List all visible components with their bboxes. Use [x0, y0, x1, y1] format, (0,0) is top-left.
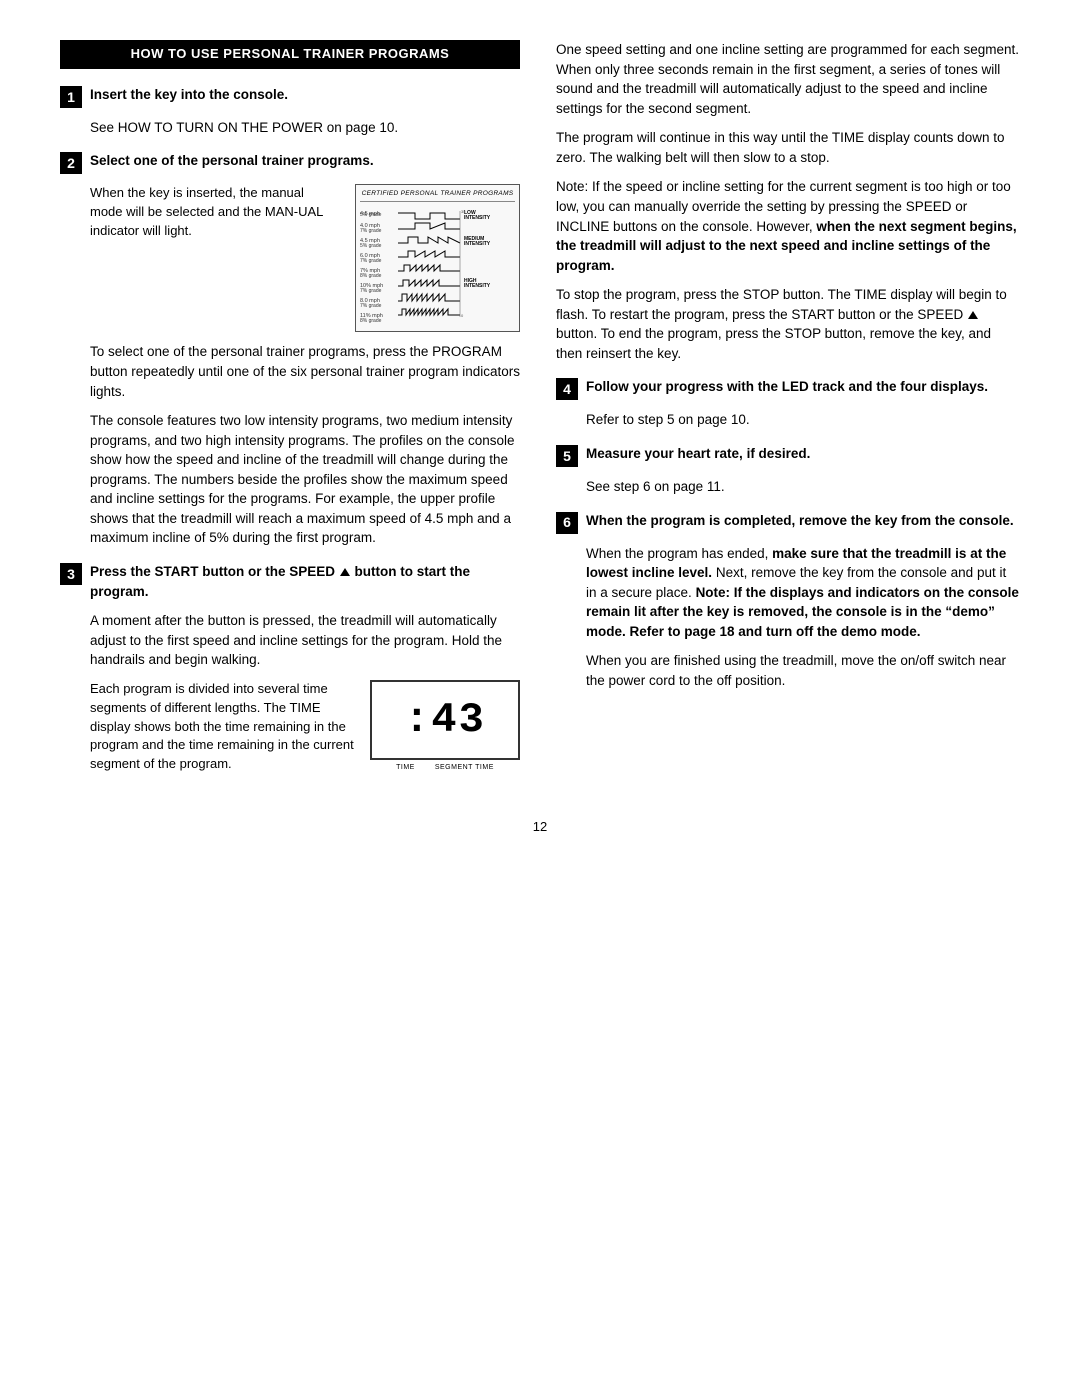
- timer-container: :43 TIME SEGMENT TIME: [370, 680, 520, 773]
- triangle-icon-2: [968, 311, 978, 319]
- step-3-block: 3 Press the START button or the SPEED bu…: [60, 562, 520, 601]
- step-4-body: Refer to step 5 on page 10.: [586, 410, 1020, 430]
- right-column: One speed setting and one incline settin…: [556, 40, 1020, 788]
- step-2-inline: When the key is inserted, the manual mod…: [90, 184, 520, 332]
- step-6-number: 6: [556, 512, 578, 534]
- step-1-content: Insert the key into the console.: [90, 85, 520, 105]
- right-para3: Note: If the speed or incline setting fo…: [556, 177, 1020, 275]
- step-4-number: 4: [556, 378, 578, 400]
- page: HOW TO USE PERSONAL TRAINER PROGRAMS 1 I…: [0, 0, 1080, 1397]
- step-2-content: Select one of the personal trainer progr…: [90, 151, 520, 171]
- console-svg: 4.5 mph 5% grade LOW INTENSITY 4.0 mph 7…: [360, 205, 515, 323]
- step-1-block: 1 Insert the key into the console.: [60, 85, 520, 108]
- section-header-text: HOW TO USE PERSONAL TRAINER PROGRAMS: [131, 46, 450, 61]
- step-3-img-wrap: Each program is divided into several tim…: [90, 680, 520, 774]
- step-6-content: When the program is completed, remove th…: [586, 511, 1020, 531]
- right-para4: To stop the program, press the STOP butt…: [556, 285, 1020, 363]
- step-6-title: When the program is completed, remove th…: [586, 511, 1020, 531]
- step-5-body: See step 6 on page 11.: [586, 477, 1020, 497]
- step-2-intro: When the key is inserted, the manual mod…: [90, 184, 339, 241]
- svg-text:INTENSITY: INTENSITY: [464, 241, 491, 247]
- step-4-title: Follow your progress with the LED track …: [586, 377, 1020, 397]
- step-6-block: 6 When the program is completed, remove …: [556, 511, 1020, 534]
- page-number: 12: [60, 818, 1020, 837]
- svg-text:8% grade: 8% grade: [360, 273, 382, 279]
- timer-display: :43: [370, 680, 520, 760]
- step-5-block: 5 Measure your heart rate, if desired.: [556, 444, 1020, 467]
- step-2-number: 2: [60, 152, 82, 174]
- step-5-title: Measure your heart rate, if desired.: [586, 444, 1020, 464]
- step-1-title: Insert the key into the console.: [90, 85, 520, 105]
- console-label: CERTIFIED PERSONAL TRAINER PROGRAMS: [360, 189, 515, 201]
- right-para1: One speed setting and one incline settin…: [556, 40, 1020, 118]
- timer-label-segment: SEGMENT TIME: [435, 763, 494, 773]
- timer-label-time: TIME: [396, 763, 415, 773]
- step-5-number: 5: [556, 445, 578, 467]
- triangle-icon: [340, 568, 350, 576]
- step-2-title: Select one of the personal trainer progr…: [90, 151, 520, 171]
- step-1-number: 1: [60, 86, 82, 108]
- step-2-para1: To select one of the personal trainer pr…: [90, 342, 520, 401]
- step-3-body: A moment after the button is pressed, th…: [90, 611, 520, 774]
- svg-text:8% grade: 8% grade: [360, 318, 382, 323]
- svg-text:7% grade: 7% grade: [360, 288, 382, 294]
- step-3-number: 3: [60, 563, 82, 585]
- step-3-title: Press the START button or the SPEED butt…: [90, 562, 520, 601]
- step-3-para1: A moment after the button is pressed, th…: [90, 611, 520, 670]
- step-4-block: 4 Follow your progress with the LED trac…: [556, 377, 1020, 400]
- step-4-content: Follow your progress with the LED track …: [586, 377, 1020, 397]
- svg-text:0: 0: [461, 313, 464, 318]
- step-1-text: See HOW TO TURN ON THE POWER on page 10.: [90, 118, 520, 138]
- step-2-block: 2 Select one of the personal trainer pro…: [60, 151, 520, 174]
- step-2-para2: The console features two low intensity p…: [90, 411, 520, 548]
- svg-text:35: 35: [461, 209, 466, 214]
- step-3-content: Press the START button or the SPEED butt…: [90, 562, 520, 601]
- svg-text:7% grade: 7% grade: [360, 228, 382, 234]
- step-5-content: Measure your heart rate, if desired.: [586, 444, 1020, 464]
- left-column: HOW TO USE PERSONAL TRAINER PROGRAMS 1 I…: [60, 40, 520, 788]
- svg-text:5% grade: 5% grade: [360, 212, 382, 218]
- step-3-text: Each program is divided into several tim…: [90, 680, 354, 774]
- svg-text:INTENSITY: INTENSITY: [464, 215, 491, 221]
- timer-number: :43: [404, 699, 486, 741]
- step-1-body: See HOW TO TURN ON THE POWER on page 10.: [90, 118, 520, 138]
- right-para2: The program will continue in this way un…: [556, 128, 1020, 167]
- step-4-text: Refer to step 5 on page 10.: [586, 410, 1020, 430]
- svg-text:INTENSITY: INTENSITY: [464, 283, 491, 289]
- step-6-para1: When the program has ended, make sure th…: [586, 544, 1020, 642]
- section-header: HOW TO USE PERSONAL TRAINER PROGRAMS: [60, 40, 520, 69]
- svg-text:7% grade: 7% grade: [360, 258, 382, 264]
- step-2-body: When the key is inserted, the manual mod…: [90, 184, 520, 548]
- console-diagram: CERTIFIED PERSONAL TRAINER PROGRAMS 4.5 …: [355, 184, 520, 332]
- step-5-text: See step 6 on page 11.: [586, 477, 1020, 497]
- right-para-final: When you are finished using the treadmil…: [586, 651, 1020, 690]
- svg-text:5% grade: 5% grade: [360, 243, 382, 249]
- svg-text:7% grade: 7% grade: [360, 303, 382, 309]
- timer-labels: TIME SEGMENT TIME: [396, 763, 494, 773]
- step-6-body: When the program has ended, make sure th…: [586, 544, 1020, 691]
